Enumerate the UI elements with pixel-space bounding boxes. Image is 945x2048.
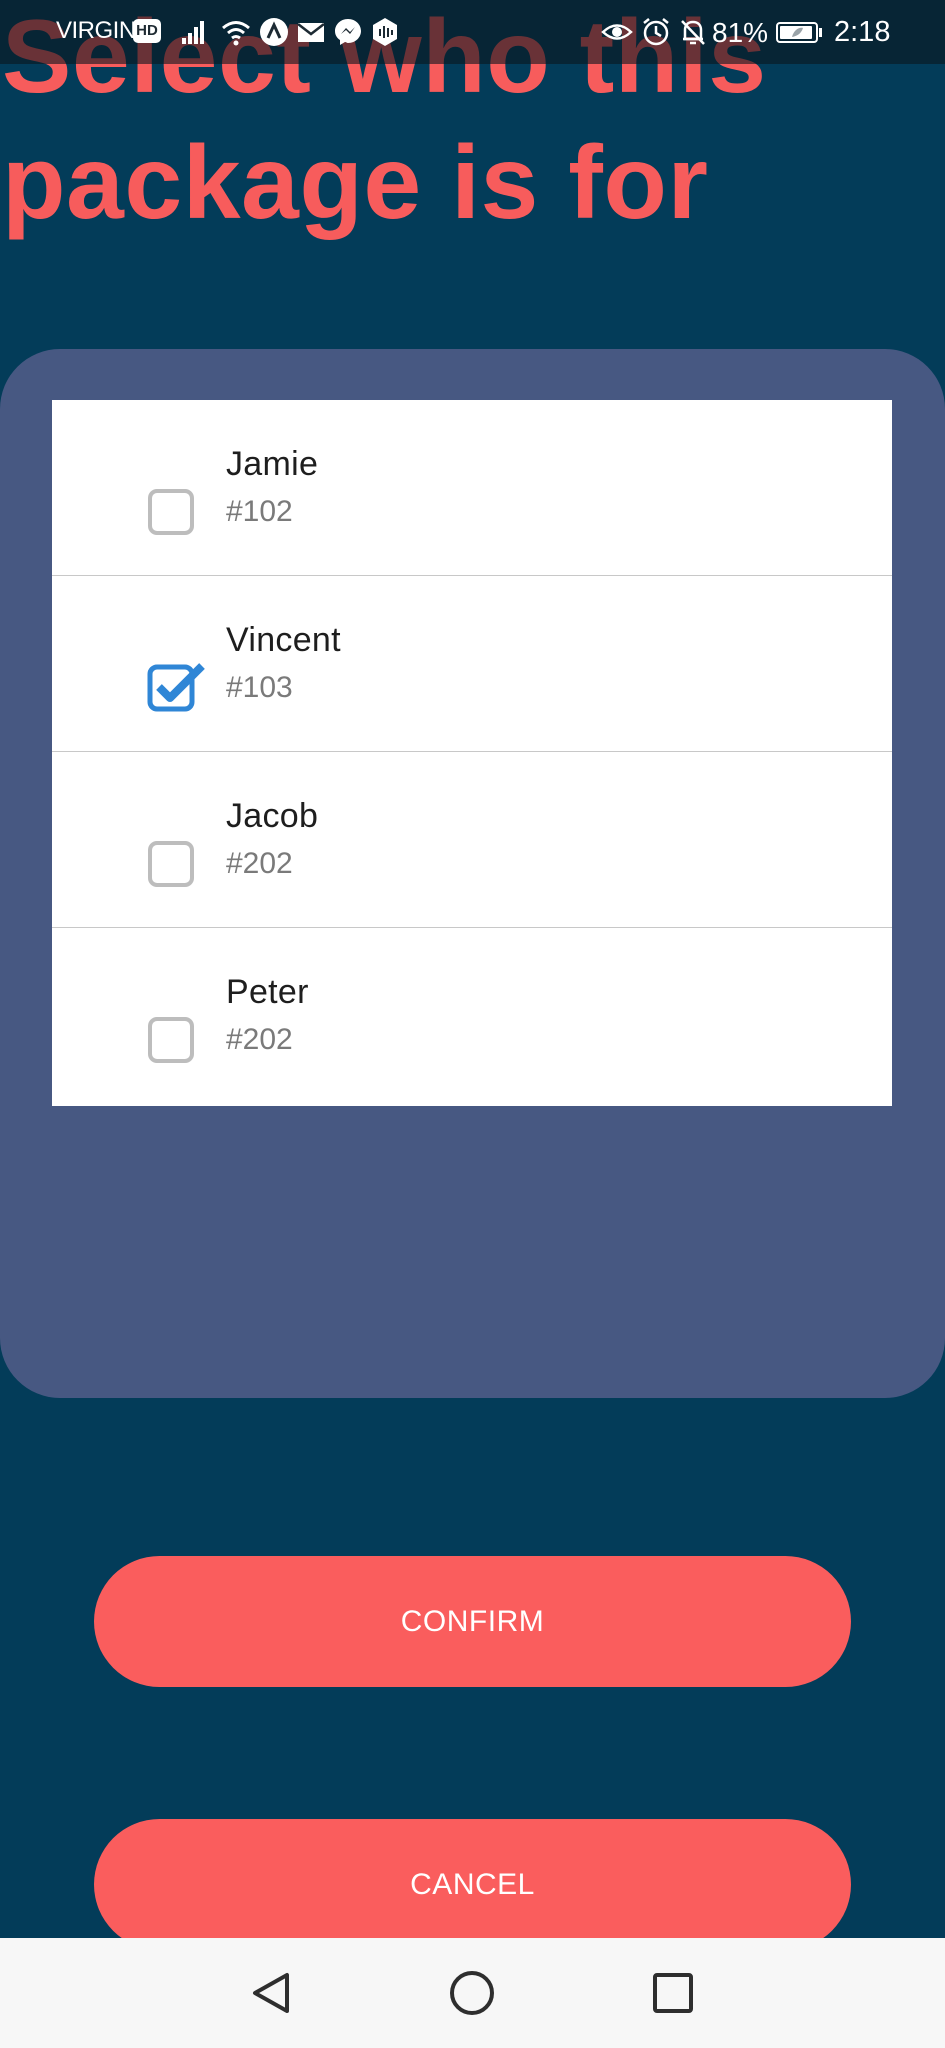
clock: 2:18 — [834, 16, 891, 48]
arrow-app-icon — [258, 16, 290, 48]
mail-icon — [295, 16, 327, 48]
checkbox-checked[interactable] — [147, 663, 205, 712]
messenger-icon — [332, 16, 364, 48]
alarm-icon — [640, 16, 672, 48]
recipient-unit: #102 — [226, 495, 293, 528]
recipient-name: Jamie — [226, 445, 319, 483]
confirm-button[interactable]: CONFIRM — [94, 1556, 851, 1687]
back-triangle-icon[interactable] — [235, 1958, 305, 2028]
navigation-bar — [0, 1938, 945, 2048]
recipient-name: Vincent — [226, 621, 341, 659]
recipient-name: Jacob — [226, 797, 319, 835]
recipient-row-jacob[interactable]: Jacob #202 — [52, 752, 892, 928]
checkbox-unchecked[interactable] — [147, 840, 195, 888]
recipient-row-jamie[interactable]: Jamie #102 — [52, 400, 892, 576]
battery-icon — [775, 16, 825, 48]
home-circle-icon[interactable] — [437, 1958, 507, 2028]
recipient-row-vincent[interactable]: Vincent #103 — [52, 576, 892, 752]
recipient-name: Peter — [226, 973, 309, 1011]
checkbox-unchecked[interactable] — [147, 1016, 195, 1064]
recipient-row-peter[interactable]: Peter #202 — [52, 928, 892, 1104]
recipient-unit: #202 — [226, 847, 293, 880]
recipient-unit: #202 — [226, 1023, 293, 1056]
wifi-icon — [220, 16, 252, 48]
hd-badge: HD — [133, 19, 161, 43]
recents-square-icon[interactable] — [638, 1958, 708, 2028]
carrier-label: VIRGIN — [56, 17, 136, 44]
signal-icon — [178, 16, 210, 48]
recipient-unit: #103 — [226, 671, 293, 704]
bell-off-icon — [677, 16, 709, 48]
battery-percent: 81% — [712, 17, 769, 48]
recipient-list: Jamie #102 Vincent #103 Jacob #202 Peter… — [52, 400, 892, 1106]
eye-icon — [601, 16, 633, 48]
cancel-button[interactable]: CANCEL — [94, 1819, 851, 1950]
podcast-icon — [369, 16, 401, 48]
checkbox-unchecked[interactable] — [147, 488, 195, 536]
status-bar: VIRGIN HD 81% 2:18 — [0, 0, 945, 64]
